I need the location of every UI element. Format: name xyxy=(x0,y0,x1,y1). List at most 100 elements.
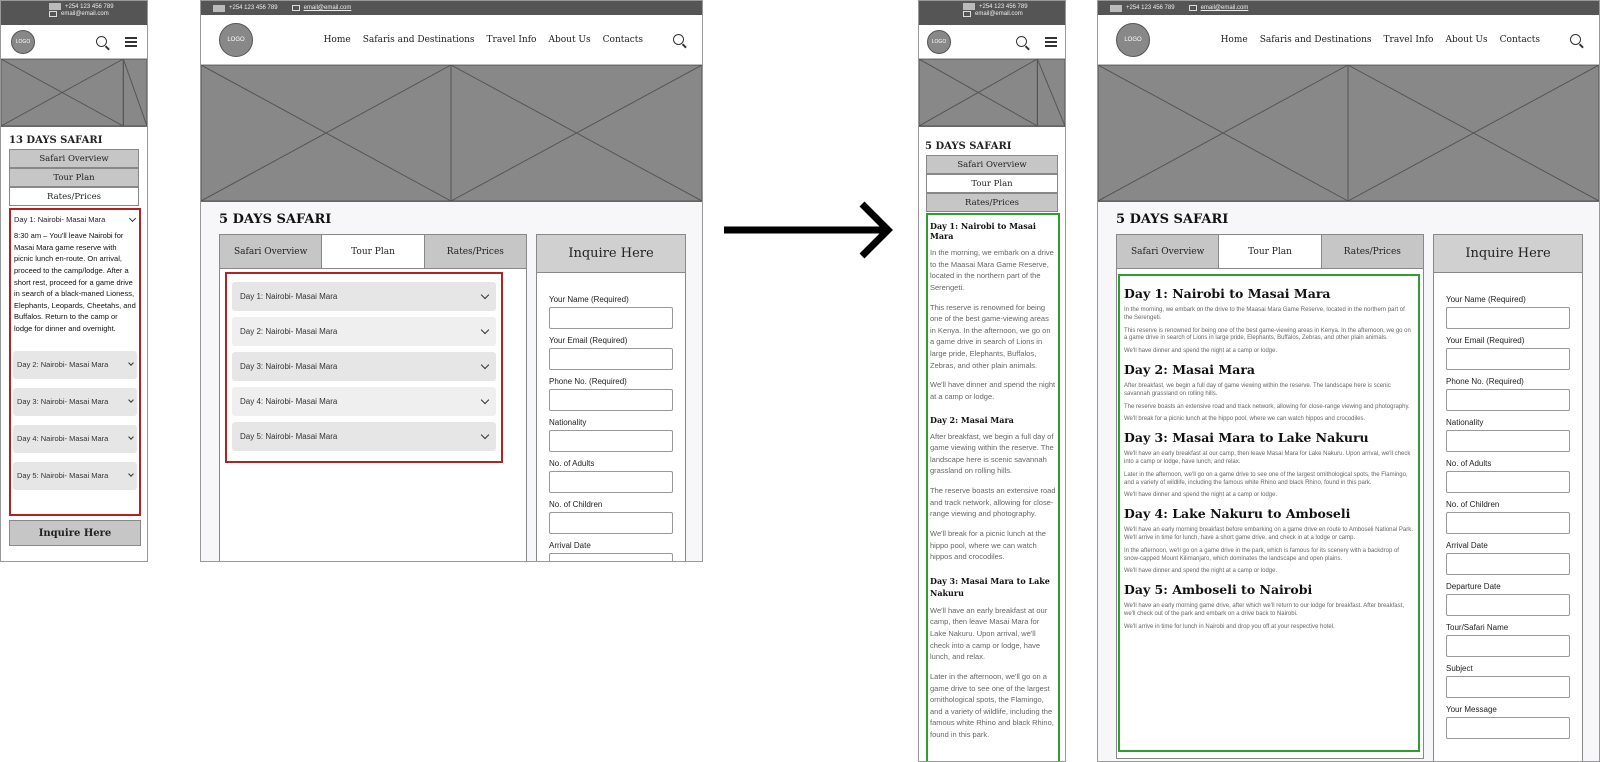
inquire-button[interactable]: Inquire Here xyxy=(9,520,141,546)
day-3-para: Later in the afternoon, we'll go on a ga… xyxy=(1124,471,1408,486)
nav-travel-info[interactable]: Travel Info xyxy=(1384,35,1434,45)
mobile-before-panel: +254 123 456 789 email@email.com LOGO 13… xyxy=(0,0,148,562)
email-field[interactable] xyxy=(549,348,673,370)
name-field[interactable] xyxy=(549,307,673,329)
search-icon[interactable] xyxy=(96,36,107,47)
email-icon xyxy=(963,11,971,17)
nationality-label: Nationality xyxy=(1446,418,1484,427)
phone-field[interactable] xyxy=(1446,389,1570,411)
nationality-field[interactable] xyxy=(549,430,673,452)
adults-label: No. of Adults xyxy=(549,459,595,468)
arrival-field[interactable] xyxy=(1446,553,1570,575)
day-2-para: The reserve boasts an extensive road and… xyxy=(930,486,1056,519)
logo[interactable]: LOGO xyxy=(1116,22,1150,57)
tab-tour-plan[interactable]: Tour Plan xyxy=(9,168,139,187)
departure-field[interactable] xyxy=(1446,594,1570,616)
accordion-day-5[interactable]: Day 5: Nairobi- Masai Mara xyxy=(13,461,137,490)
day-1-para: In the morning, we embark on the drive t… xyxy=(1124,307,1405,321)
nav-home[interactable]: Home xyxy=(1221,35,1248,45)
mobile-nav: LOGO xyxy=(919,25,1065,59)
subject-field[interactable] xyxy=(1446,676,1570,698)
day-5-title: Day 5: Amboseli to Nairobi xyxy=(1124,582,1313,598)
search-icon[interactable] xyxy=(673,34,684,45)
tab-tour-plan[interactable]: Tour Plan xyxy=(322,235,425,268)
highlight-after-mobile: Day 1: Nairobi to Masai Mara In the morn… xyxy=(926,213,1060,761)
adults-field[interactable] xyxy=(1446,471,1570,493)
children-field[interactable] xyxy=(549,512,673,534)
accordion-day-5[interactable]: Day 5: Nairobi- Masai Mara xyxy=(232,422,496,451)
accordion-day-4[interactable]: Day 4: Nairobi- Masai Mara xyxy=(13,424,137,453)
nav-about[interactable]: About Us xyxy=(548,35,590,45)
nav-about[interactable]: About Us xyxy=(1445,35,1487,45)
accordion-day-1[interactable]: Day 1: Nairobi- Masai Mara xyxy=(11,210,139,230)
menu-icon[interactable] xyxy=(125,36,137,47)
nav-safaris[interactable]: Safaris and Destinations xyxy=(1260,35,1372,45)
accordion-day-4[interactable]: Day 4: Nairobi- Masai Mara xyxy=(232,387,496,416)
arrival-label: Arrival Date xyxy=(1446,541,1488,550)
name-field[interactable] xyxy=(1446,307,1570,329)
email-link[interactable]: email@email.com xyxy=(304,5,352,11)
tab-safari-overview[interactable]: Safari Overview xyxy=(926,155,1058,174)
search-icon[interactable] xyxy=(1570,34,1581,45)
accordion-day-3[interactable]: Day 3: Nairobi- Masai Mara xyxy=(232,352,496,381)
message-field[interactable] xyxy=(1446,717,1570,739)
main-nav: LOGO Home Safaris and Destinations Trave… xyxy=(201,15,702,65)
tab-safari-overview[interactable]: Safari Overview xyxy=(220,235,323,268)
day-5-para: We'll arrive in time for lunch in Nairob… xyxy=(1124,623,1335,630)
day-2-para: We'll break for a picnic lunch at the hi… xyxy=(1124,416,1366,423)
logo[interactable]: LOGO xyxy=(219,22,253,57)
inquire-heading: Inquire Here xyxy=(1434,235,1582,273)
children-field[interactable] xyxy=(1446,512,1570,534)
tab-tour-plan[interactable]: Tour Plan xyxy=(926,174,1058,193)
accordion-day-3[interactable]: Day 3: Nairobi- Masai Mara xyxy=(13,387,137,416)
phone-icon xyxy=(49,3,61,10)
day-3-title: Day 3: Masai Mara to Lake Nakuru xyxy=(930,575,1050,598)
chevron-down-icon xyxy=(480,290,490,299)
nav-safaris[interactable]: Safaris and Destinations xyxy=(363,35,475,45)
top-bar: +254 123 456 789 email@email.com xyxy=(1098,1,1599,15)
main-nav: LOGO Home Safaris and Destinations Trave… xyxy=(1098,15,1599,65)
phone-icon xyxy=(963,3,975,10)
logo[interactable]: LOGO xyxy=(927,29,951,54)
email-text: email@email.com xyxy=(975,11,1023,17)
inquire-heading: Inquire Here xyxy=(537,235,685,273)
tour-name-field[interactable] xyxy=(1446,635,1570,657)
page-title: 5 DAYS SAFARI xyxy=(219,212,332,227)
nav-travel-info[interactable]: Travel Info xyxy=(487,35,537,45)
chevron-down-icon xyxy=(128,359,134,366)
accordion-day-2[interactable]: Day 2: Nairobi- Masai Mara xyxy=(13,350,137,379)
email-label: Your Email (Required) xyxy=(1446,336,1525,345)
tab-tour-plan[interactable]: Tour Plan xyxy=(1219,235,1322,268)
nav-contacts[interactable]: Contacts xyxy=(1500,35,1540,45)
search-icon[interactable] xyxy=(1016,36,1027,47)
accordion-day-1[interactable]: Day 1: Nairobi- Masai Mara xyxy=(232,282,496,311)
tab-rates-prices[interactable]: Rates/Prices xyxy=(926,193,1058,212)
tab-rates-prices[interactable]: Rates/Prices xyxy=(424,235,526,268)
mobile-tabs: Safari Overview Tour Plan Rates/Prices xyxy=(926,155,1058,212)
menu-icon[interactable] xyxy=(1045,36,1057,47)
arrival-field[interactable] xyxy=(549,553,673,561)
day-1-para: In the morning, we embark on a drive to … xyxy=(930,248,1054,292)
day-4-para: In the afternoon, we'll go on a game dri… xyxy=(1124,547,1399,562)
nationality-field[interactable] xyxy=(1446,430,1570,452)
email-field[interactable] xyxy=(1446,348,1570,370)
logo[interactable]: LOGO xyxy=(11,29,35,54)
accordion-day-2[interactable]: Day 2: Nairobi- Masai Mara xyxy=(232,317,496,346)
nav-home[interactable]: Home xyxy=(324,35,351,45)
nav-contacts[interactable]: Contacts xyxy=(603,35,643,45)
children-label: No. of Children xyxy=(549,500,603,509)
chevron-down-icon xyxy=(128,470,134,477)
top-bar: +254 123 456 789 email@email.com xyxy=(201,1,702,15)
phone-icon xyxy=(1110,4,1122,12)
tab-rates-prices[interactable]: Rates/Prices xyxy=(1321,235,1423,268)
phone-field[interactable] xyxy=(549,389,673,411)
tab-safari-overview[interactable]: Safari Overview xyxy=(1117,235,1220,268)
email-link[interactable]: email@email.com xyxy=(1201,5,1249,11)
departure-label: Departure Date xyxy=(1446,582,1501,591)
tab-safari-overview[interactable]: Safari Overview xyxy=(9,149,139,168)
tab-rates-prices[interactable]: Rates/Prices xyxy=(9,187,139,206)
adults-field[interactable] xyxy=(549,471,673,493)
day-1-para: This reserve is renowned for being one o… xyxy=(1124,327,1411,342)
hero-image-placeholder xyxy=(1,59,147,127)
chevron-down-icon xyxy=(128,396,134,403)
